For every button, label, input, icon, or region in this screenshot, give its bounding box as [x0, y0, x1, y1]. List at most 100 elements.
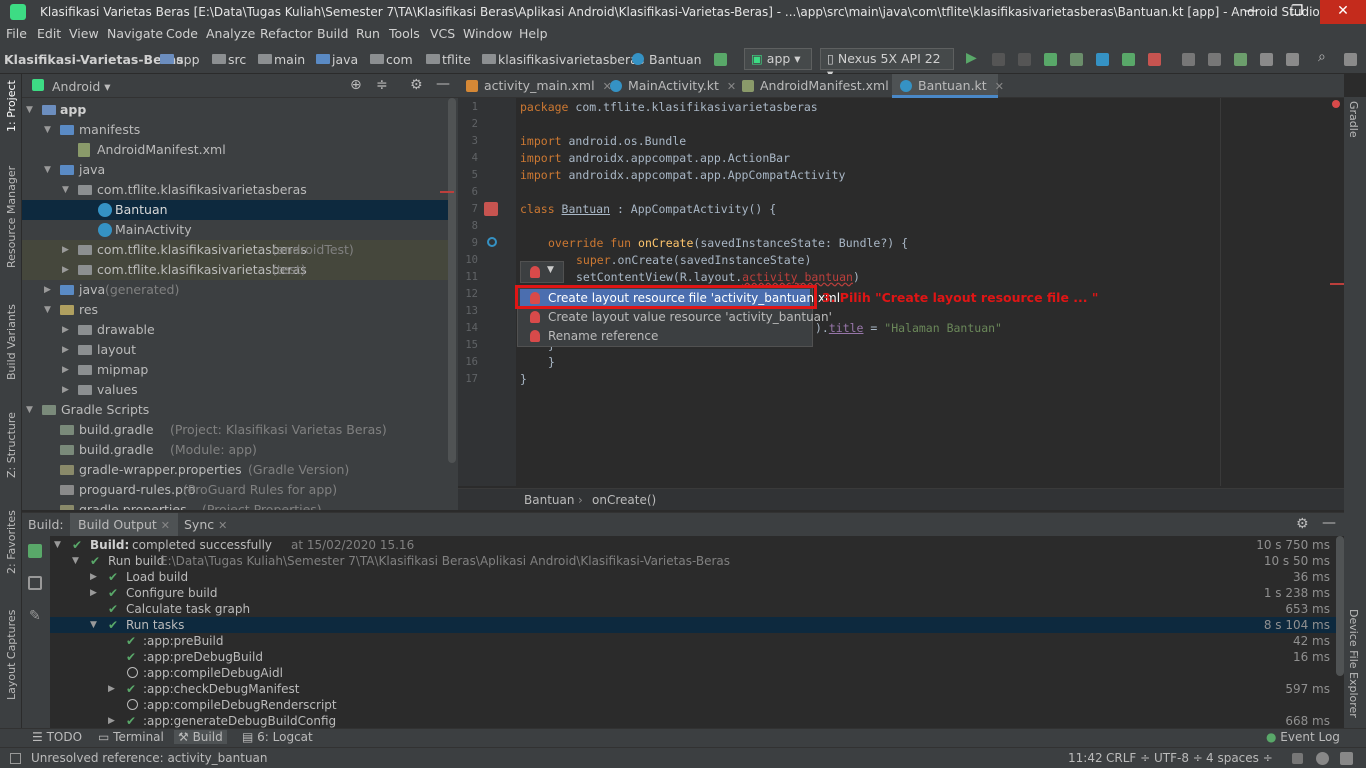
apply-code-icon[interactable]: [1018, 53, 1031, 66]
create-layout-value-item[interactable]: Create layout value resource 'activity_b…: [520, 308, 832, 327]
build-row[interactable]: ▼ ✔ Run build E:\Data\Tugas Kuliah\Semest…: [50, 553, 1336, 569]
tool-layout-captures[interactable]: Layout Captures: [5, 610, 18, 700]
tool-event-log[interactable]: ● Event Log: [1266, 730, 1340, 744]
tool-structure[interactable]: Z: Structure: [5, 412, 18, 478]
toggle-view-icon[interactable]: [28, 576, 42, 590]
tree-item[interactable]: ▼ java: [22, 160, 448, 180]
tree-item[interactable]: ▶ layout: [22, 340, 448, 360]
stop-icon[interactable]: [1148, 53, 1161, 66]
override-gutter-icon[interactable]: [487, 237, 497, 247]
editor-breadcrumb-class[interactable]: Bantuan: [524, 493, 574, 507]
menu-navigate[interactable]: Navigate: [107, 26, 163, 41]
error-stripe-icon[interactable]: [1332, 100, 1340, 108]
tree-item[interactable]: ▼ Gradle Scripts: [22, 400, 448, 420]
tab-bantuan[interactable]: Bantuan.kt ✕: [892, 74, 1004, 98]
close-icon[interactable]: ✕: [218, 519, 227, 532]
breadcrumb-src[interactable]: src: [228, 52, 246, 67]
tree-item[interactable]: ▼ res: [22, 300, 448, 320]
menu-window[interactable]: Window: [463, 26, 512, 41]
activity-gutter-icon[interactable]: [484, 202, 498, 216]
build-row[interactable]: ▶ ✔ Configure build 1 s 238 ms: [50, 585, 1336, 601]
lock-icon[interactable]: [1292, 753, 1303, 764]
tool-resource-manager[interactable]: Resource Manager: [5, 166, 18, 268]
line-separator[interactable]: CRLF ÷: [1106, 751, 1150, 765]
tree-item[interactable]: ▼ app: [22, 100, 448, 120]
run-icon[interactable]: ▶: [966, 50, 979, 66]
tree-item[interactable]: ▼ manifests: [22, 120, 448, 140]
tab-android-manifest[interactable]: AndroidManifest.xml✕: [734, 74, 906, 98]
breadcrumb-com[interactable]: com: [386, 52, 413, 67]
profile-icon[interactable]: [1096, 53, 1109, 66]
status-toggle-icon[interactable]: [10, 753, 21, 764]
build-row[interactable]: ✔ :app:preBuild 42 ms: [50, 633, 1336, 649]
menu-build[interactable]: Build: [317, 26, 348, 41]
tree-item[interactable]: gradle.properties (Project Properties): [22, 500, 448, 510]
menu-tools[interactable]: Tools: [389, 26, 420, 41]
tree-item[interactable]: build.gradle (Module: app): [22, 440, 448, 460]
tool-todo[interactable]: ☰ TODO: [32, 730, 82, 744]
project-structure-icon[interactable]: [1260, 53, 1273, 66]
build-row[interactable]: ▶ ✔ Load build 36 ms: [50, 569, 1336, 585]
build-row[interactable]: ▶ ✔ :app:generateDebugBuildConfig 668 ms: [50, 713, 1336, 728]
tab-main-activity[interactable]: MainActivity.kt ✕: [602, 74, 736, 98]
tree-item[interactable]: ▶ drawable: [22, 320, 448, 340]
attach-debugger-icon[interactable]: [1122, 53, 1135, 66]
gear-icon[interactable]: ⚙: [1296, 516, 1309, 532]
device-select[interactable]: ▯ Nexus 5X API 22 ▾: [820, 48, 954, 81]
tool-device-file-explorer[interactable]: Device File Explorer: [1347, 609, 1360, 718]
apply-changes-icon[interactable]: [992, 53, 1005, 66]
collapse-icon[interactable]: ≑: [376, 77, 388, 93]
tool-gradle[interactable]: Gradle: [1347, 101, 1360, 138]
tree-item[interactable]: gradle-wrapper.properties (Gradle Versio…: [22, 460, 448, 480]
caret-position[interactable]: 11:42: [1068, 751, 1103, 765]
status-message[interactable]: Unresolved reference: activity_bantuan: [31, 751, 268, 765]
debug-icon[interactable]: [1044, 53, 1057, 66]
project-scrollbar[interactable]: [448, 98, 456, 463]
build-row[interactable]: ▼ ✔ Build: completed successfully at 15/0…: [50, 537, 1336, 553]
tree-item[interactable]: ▶ values: [22, 380, 448, 400]
menu-vcs[interactable]: VCS: [430, 26, 455, 41]
menu-view[interactable]: View: [69, 26, 99, 41]
tab-activity-main[interactable]: activity_main.xml ✕: [458, 74, 612, 98]
breadcrumb-file[interactable]: Bantuan: [649, 52, 702, 67]
indent-setting[interactable]: 4 spaces ÷: [1206, 751, 1273, 765]
build-row[interactable]: ▶ ✔ :app:checkDebugManifest 597 ms: [50, 681, 1336, 697]
hide-icon[interactable]: —: [436, 76, 450, 92]
pin-icon[interactable]: ✎: [29, 608, 41, 624]
menu-file[interactable]: File: [6, 26, 27, 41]
tree-item[interactable]: ▶ com.tflite.klasifikasivarietasberas (t…: [22, 260, 448, 280]
intention-action-button[interactable]: ▼: [520, 261, 564, 283]
tree-item[interactable]: ▶ mipmap: [22, 360, 448, 380]
breadcrumb-project[interactable]: Klasifikasi-Varietas-Beras: [4, 52, 184, 67]
avd-manager-icon[interactable]: [1208, 53, 1221, 66]
breadcrumb-app[interactable]: app: [176, 52, 200, 67]
menu-edit[interactable]: Edit: [37, 26, 61, 41]
menu-refactor[interactable]: Refactor: [260, 26, 312, 41]
menu-analyze[interactable]: Analyze: [206, 26, 255, 41]
tool-build[interactable]: ⚒ Build: [174, 730, 227, 744]
project-view-select[interactable]: Android ▾: [52, 79, 111, 94]
menu-run[interactable]: Run: [356, 26, 380, 41]
tool-project[interactable]: 1: Project: [5, 80, 18, 132]
tab-sync[interactable]: Sync ✕: [184, 513, 227, 537]
rename-reference-item[interactable]: Rename reference: [520, 327, 810, 346]
run-config-select[interactable]: ▣ app ▾: [744, 48, 812, 70]
menu-help[interactable]: Help: [519, 26, 548, 41]
search-icon[interactable]: ⌕: [1318, 49, 1331, 65]
coverage-icon[interactable]: [1070, 53, 1083, 66]
breadcrumb-main[interactable]: main: [274, 52, 305, 67]
build-row[interactable]: ▼ ✔ Run tasks 8 s 104 ms: [50, 617, 1336, 633]
maximize-button[interactable]: ❐: [1274, 0, 1320, 24]
tree-item[interactable]: Bantuan: [22, 200, 448, 220]
build-scrollbar[interactable]: [1336, 536, 1344, 676]
tree-item[interactable]: build.gradle (Project: Klasifikasi Varie…: [22, 420, 448, 440]
layout-inspector-icon[interactable]: [1286, 53, 1299, 66]
close-button[interactable]: ✕: [1320, 0, 1366, 24]
menu-code[interactable]: Code: [166, 26, 198, 41]
breadcrumb-java[interactable]: java: [332, 52, 358, 67]
hammer-icon[interactable]: [28, 544, 42, 558]
tree-item[interactable]: ▶ com.tflite.klasifikasivarietasberas (a…: [22, 240, 448, 260]
build-row[interactable]: ✔ :app:preDebugBuild 16 ms: [50, 649, 1336, 665]
tool-favorites[interactable]: 2: Favorites: [5, 510, 18, 574]
breadcrumb-package[interactable]: klasifikasivarietasberas: [498, 52, 644, 67]
